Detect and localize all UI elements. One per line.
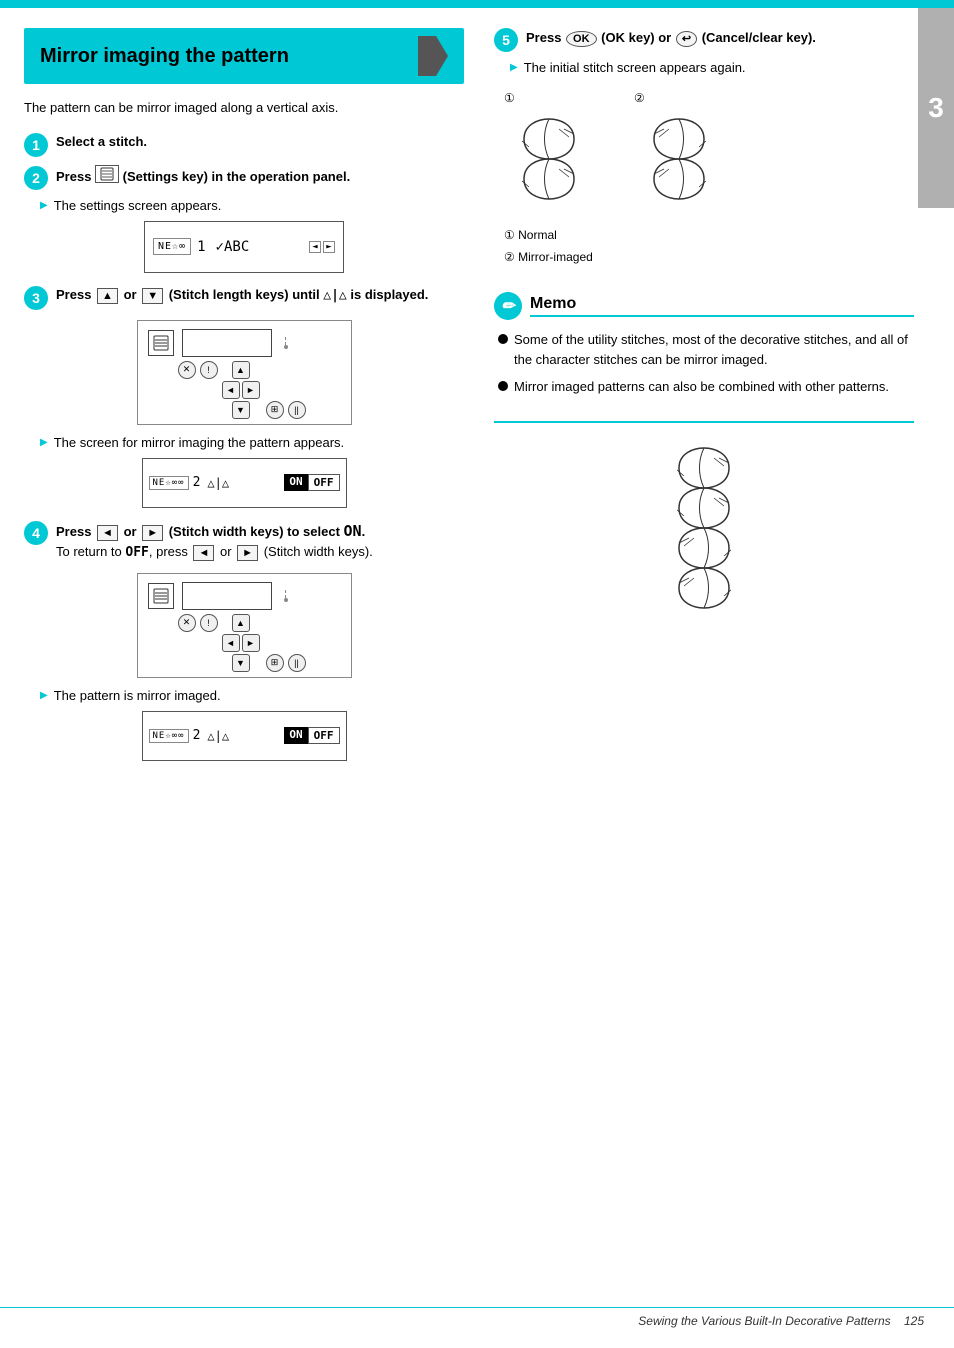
on-label2: ON bbox=[284, 727, 307, 744]
left-key-ref[interactable]: ◄ bbox=[193, 545, 214, 561]
intro-text: The pattern can be mirror imaged along a… bbox=[24, 98, 464, 118]
section-title: Mirror imaging the pattern bbox=[40, 45, 289, 68]
info-btn[interactable]: ! bbox=[200, 361, 218, 379]
combined-pattern-image bbox=[494, 443, 914, 643]
lcd-icons-1: NE☆∞ bbox=[153, 238, 191, 255]
step-1: 1 Select a stitch. bbox=[24, 132, 464, 157]
step-2-text: Press (Settings key) in the operation pa… bbox=[56, 165, 350, 187]
step-4-result: The pattern is mirror imaged. bbox=[40, 688, 464, 703]
panel-illus-4: ✕ ! ▲ ◄ ► ▼ bbox=[137, 573, 352, 678]
lcd-text-1: 1 ✓ABC ◄ ► bbox=[197, 239, 335, 255]
ok-key-btn[interactable]: OK bbox=[566, 31, 597, 47]
display-area bbox=[182, 329, 272, 357]
step-2: 2 Press (Settings key) in the operation … bbox=[24, 165, 464, 190]
settings2-btn[interactable]: ⊞ bbox=[266, 401, 284, 419]
on-label: ON bbox=[284, 474, 307, 491]
off-label2: OFF bbox=[308, 727, 340, 744]
down-stitch-btn[interactable]: ▼ bbox=[232, 401, 250, 419]
memo-list: Some of the utility stitches, most of th… bbox=[494, 330, 914, 397]
auto-btn2[interactable]: || bbox=[288, 654, 306, 672]
step-2-circle: 2 bbox=[24, 166, 48, 190]
pattern-normal: ① bbox=[504, 91, 594, 209]
x-btn[interactable]: ✕ bbox=[178, 361, 196, 379]
settings-icon-panel2 bbox=[148, 583, 174, 609]
step-4-text: Press ◄ or ► (Stitch width keys) to sele… bbox=[56, 520, 373, 563]
step-4: 4 Press ◄ or ► (Stitch width keys) to se… bbox=[24, 520, 464, 563]
pattern-num-2: ② bbox=[634, 91, 645, 105]
left-column: Mirror imaging the pattern The pattern c… bbox=[24, 28, 484, 773]
pattern-mirror: ② bbox=[634, 91, 724, 209]
left-arrow-btn[interactable]: ◄ bbox=[309, 241, 321, 253]
indicator bbox=[284, 337, 288, 349]
pattern-labels-text: ① Normal ② Mirror-imaged bbox=[504, 225, 914, 268]
left-width-key[interactable]: ◄ bbox=[97, 525, 118, 541]
display-area2 bbox=[182, 582, 272, 610]
info-btn2[interactable]: ! bbox=[200, 614, 218, 632]
memo-item-1: Some of the utility stitches, most of th… bbox=[498, 330, 914, 369]
off-label: OFF bbox=[308, 474, 340, 491]
right-arrow-btn[interactable]: ► bbox=[323, 241, 335, 253]
down-key-btn[interactable]: ▼ bbox=[142, 288, 163, 304]
right-column: 5 Press OK (OK key) or ↩ (Cancel/clear k… bbox=[484, 28, 914, 773]
step-3-circle: 3 bbox=[24, 286, 48, 310]
section-title-box: Mirror imaging the pattern bbox=[24, 28, 464, 84]
top-bar bbox=[0, 0, 954, 8]
settings3-btn[interactable]: ⊞ bbox=[266, 654, 284, 672]
step-5: 5 Press OK (OK key) or ↩ (Cancel/clear k… bbox=[494, 28, 914, 52]
step-5-text: Press OK (OK key) or ↩ (Cancel/clear key… bbox=[526, 28, 816, 48]
screen-mockup-1: NE☆∞ 1 ✓ABC ◄ ► bbox=[144, 221, 344, 273]
right-width-key[interactable]: ► bbox=[142, 525, 163, 541]
page-footer: Sewing the Various Built-In Decorative P… bbox=[638, 1314, 924, 1328]
chapter-tab: 3 bbox=[918, 8, 954, 208]
step-1-circle: 1 bbox=[24, 133, 48, 157]
left-width-btn[interactable]: ◄ bbox=[222, 381, 240, 399]
down-stitch-btn2[interactable]: ▼ bbox=[232, 654, 250, 672]
step-3-result: The screen for mirror imaging the patter… bbox=[40, 435, 464, 450]
right-key-ref[interactable]: ► bbox=[237, 545, 258, 561]
memo-item-2: Mirror imaged patterns can also be combi… bbox=[498, 377, 914, 397]
step-3-text: Press ▲ or ▼ (Stitch length keys) until … bbox=[56, 285, 428, 306]
screen-mockup-3: NE☆∞∞ 2 △|△ ON OFF bbox=[142, 711, 347, 761]
footer-line bbox=[0, 1307, 954, 1309]
step-1-text: Select a stitch. bbox=[56, 132, 147, 152]
pattern-num-1: ① bbox=[504, 91, 515, 105]
settings-key-icon bbox=[95, 165, 119, 183]
x-btn2[interactable]: ✕ bbox=[178, 614, 196, 632]
step-5-result: The initial stitch screen appears again. bbox=[510, 60, 914, 75]
pattern-images-row: ① ② bbox=[504, 91, 914, 209]
mirrored-stitch-svg bbox=[634, 109, 724, 209]
memo-title-row: ✏ Memo bbox=[494, 292, 914, 320]
title-arrow-icon bbox=[418, 36, 448, 76]
bullet-1 bbox=[498, 334, 508, 344]
step-2-result: The settings screen appears. bbox=[40, 198, 464, 213]
auto-btn[interactable]: || bbox=[288, 401, 306, 419]
step-4-circle: 4 bbox=[24, 521, 48, 545]
mirror-symbol: △|△ bbox=[323, 288, 346, 303]
memo-icon: ✏ bbox=[494, 292, 522, 320]
step-3: 3 Press ▲ or ▼ (Stitch length keys) unti… bbox=[24, 285, 464, 310]
normal-stitch-svg bbox=[504, 109, 594, 209]
memo-title: Memo bbox=[530, 295, 914, 317]
bullet-2 bbox=[498, 381, 508, 391]
step-5-circle: 5 bbox=[494, 28, 518, 52]
up-stitch-btn[interactable]: ▲ bbox=[232, 361, 250, 379]
up-stitch-btn2[interactable]: ▲ bbox=[232, 614, 250, 632]
screen-mockup-2: NE☆∞∞ 2 △|△ ON OFF bbox=[142, 458, 347, 508]
combined-stitch-svg bbox=[654, 443, 754, 643]
left-width-btn2[interactable]: ◄ bbox=[222, 634, 240, 652]
settings-icon-panel bbox=[148, 330, 174, 356]
memo-section: ✏ Memo Some of the utility stitches, mos… bbox=[494, 292, 914, 423]
cancel-key-btn[interactable]: ↩ bbox=[676, 31, 697, 47]
up-key-btn[interactable]: ▲ bbox=[97, 288, 118, 304]
panel-illus-3: ✕ ! ▲ ◄ ► ▼ bbox=[137, 320, 352, 425]
chapter-number: 3 bbox=[928, 92, 944, 124]
right-width-btn[interactable]: ► bbox=[242, 381, 260, 399]
right-width-btn2[interactable]: ► bbox=[242, 634, 260, 652]
